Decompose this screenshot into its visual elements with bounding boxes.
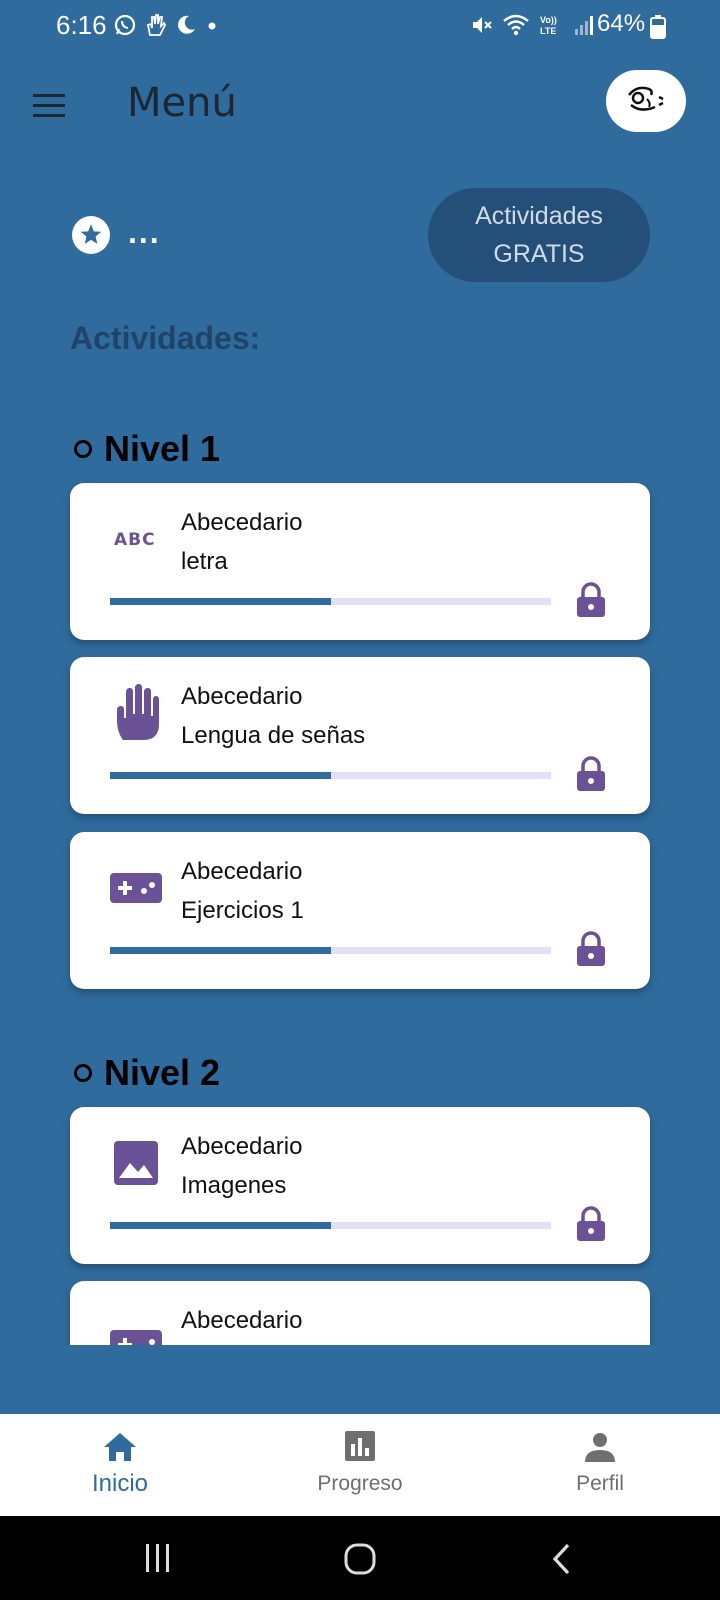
streak-row: ... [72,213,161,254]
svg-text:LTE: LTE [540,26,556,36]
progress-bar [110,598,551,605]
activity-card[interactable]: Abecedario Imagenes [70,1107,650,1264]
nav-inicio[interactable]: Inicio [0,1414,240,1516]
free-button-line1: Actividades [475,202,603,230]
progress-fill [110,598,331,605]
status-bar: 6:16 Vo)) LTE 64% [0,0,720,52]
bullet-icon [74,440,92,458]
lock-icon [577,582,605,617]
progress-fill [110,947,331,954]
status-right-icons: Vo)) LTE [470,13,596,37]
moon-icon [178,15,195,34]
dot-icon [208,22,216,30]
avatar-icon [628,86,664,111]
nav-label: Inicio [91,1470,149,1497]
home-circle-icon[interactable] [343,1542,377,1576]
activity-title: Abecedario Imagenes [181,1133,303,1199]
lock-icon [577,756,605,791]
status-left-icons [113,13,219,37]
hand-icon [146,14,167,36]
bullet-icon [74,1064,92,1082]
battery-icon [650,15,666,39]
svg-text:ABC: ABC [114,530,156,550]
activity-title: Abecedario letra [181,509,303,575]
progress-bar [110,1222,551,1229]
activity-card[interactable]: ABC Abecedario letra [70,483,650,640]
wifi-icon [503,14,529,36]
system-navigation [0,1516,720,1600]
lock-icon [577,1206,605,1241]
svg-text:Vo)): Vo)) [540,15,557,25]
progress-bar [110,947,551,954]
hand-icon [110,684,162,740]
progress-bar [110,772,551,779]
activity-title: Abecedario Ejercicios 1 [181,858,304,924]
level-heading: Nivel 2 [74,1052,220,1094]
menu-button[interactable] [30,85,70,125]
battery-percent: 64% [597,10,646,37]
level-heading: Nivel 1 [74,428,220,470]
nav-perfil[interactable]: Perfil [480,1414,720,1516]
whatsapp-icon [114,14,136,36]
nav-label: Perfil [576,1472,624,1495]
level-title: Nivel 2 [104,1052,221,1093]
avatar-button[interactable] [606,70,686,132]
level-title: Nivel 1 [104,428,221,469]
streak-text: ... [128,213,161,250]
activity-title: Abecedario Lengua de señas [181,683,366,749]
lock-icon [577,931,605,966]
activity-card[interactable]: Abecedario Lengua de señas [70,657,650,814]
hamburger-icon [33,94,65,117]
nav-label: Progreso [317,1472,403,1495]
star-icon [72,216,110,254]
recents-icon[interactable] [142,1542,174,1574]
activity-card[interactable]: Abecedario Ejercicios 1 [70,832,650,989]
mute-icon [473,17,492,33]
image-icon [110,1137,162,1189]
gamepad-icon [110,862,162,914]
home-icon [104,1433,136,1461]
activities-heading: Actividades: [70,320,261,356]
gamepad-icon [110,1319,162,1345]
page-title: Menú [127,80,237,126]
person-icon [585,1433,615,1462]
app-bar: Menú [0,60,720,150]
activities-list[interactable]: Nivel 1 ABC Abecedario letra Abecedario … [0,380,720,1345]
back-icon[interactable] [550,1542,574,1576]
free-button-line2: GRATIS [493,240,585,268]
bar-chart-icon [345,1431,375,1461]
activity-title: Abecedario [181,1307,303,1334]
abc-icon: ABC [110,513,162,565]
activity-card[interactable]: Abecedario [70,1281,650,1345]
free-activities-button[interactable]: Actividades GRATIS [428,188,650,282]
signal-icon [575,16,593,35]
nav-progreso[interactable]: Progreso [240,1414,480,1516]
volte-icon: Vo))LTE [540,15,557,36]
status-time: 6:16 [56,10,107,40]
progress-fill [110,772,331,779]
progress-fill [110,1222,331,1229]
bottom-navigation: Inicio Progreso Perfil [0,1414,720,1516]
